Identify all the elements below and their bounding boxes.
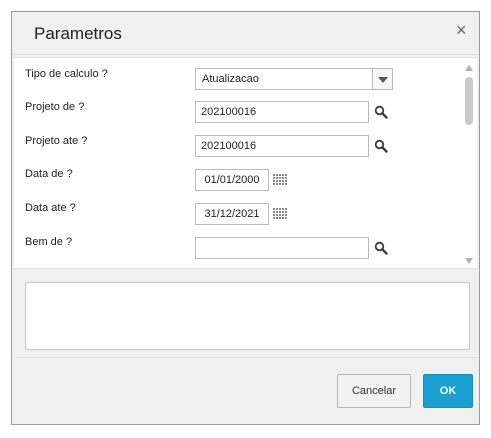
projeto-de-input[interactable]: 202100016 — [195, 101, 369, 123]
data-ate-label: Data ate ? — [25, 202, 76, 214]
close-icon[interactable]: × — [456, 20, 467, 40]
tipo-calculo-label: Tipo de calculo ? — [25, 68, 108, 80]
projeto-de-search-icon[interactable] — [374, 105, 388, 119]
dialog-title: Parametros — [34, 24, 122, 43]
description-textarea[interactable] — [25, 282, 470, 350]
scroll-thumb[interactable] — [465, 77, 473, 125]
data-de-calendar-icon[interactable] — [273, 174, 289, 186]
tipo-calculo-select[interactable]: Atualizacao — [195, 68, 393, 90]
data-ate-calendar-icon[interactable] — [273, 208, 289, 220]
scroll-down-icon[interactable] — [465, 258, 473, 264]
cancel-button[interactable]: Cancelar — [337, 374, 411, 408]
parameters-dialog: Parametros × Tipo de calculo ? Atualizac… — [11, 11, 480, 425]
ok-button[interactable]: OK — [423, 374, 473, 408]
projeto-ate-search-icon[interactable] — [374, 139, 388, 153]
parameters-scrollbar[interactable] — [461, 58, 477, 268]
bem-de-label: Bem de ? — [25, 236, 73, 248]
footer-divider — [14, 357, 477, 358]
data-ate-input[interactable]: 31/12/2021 — [195, 203, 269, 225]
scroll-up-icon[interactable] — [465, 65, 473, 71]
screen: Parametros × Tipo de calculo ? Atualizac… — [0, 0, 491, 438]
projeto-ate-label: Projeto ate ? — [25, 135, 88, 147]
chevron-down-icon[interactable] — [372, 69, 392, 89]
data-de-input[interactable]: 01/01/2000 — [195, 169, 269, 191]
data-de-label: Data de ? — [25, 168, 73, 180]
dialog-header: Parametros × — [12, 12, 479, 55]
bem-de-input[interactable] — [195, 237, 369, 259]
parameters-panel: Tipo de calculo ? Atualizacao Projeto de… — [14, 57, 477, 269]
projeto-de-label: Projeto de ? — [25, 101, 85, 113]
bem-de-search-icon[interactable] — [374, 241, 388, 255]
projeto-ate-input[interactable]: 202100016 — [195, 135, 369, 157]
tipo-calculo-value: Atualizacao — [202, 73, 259, 85]
